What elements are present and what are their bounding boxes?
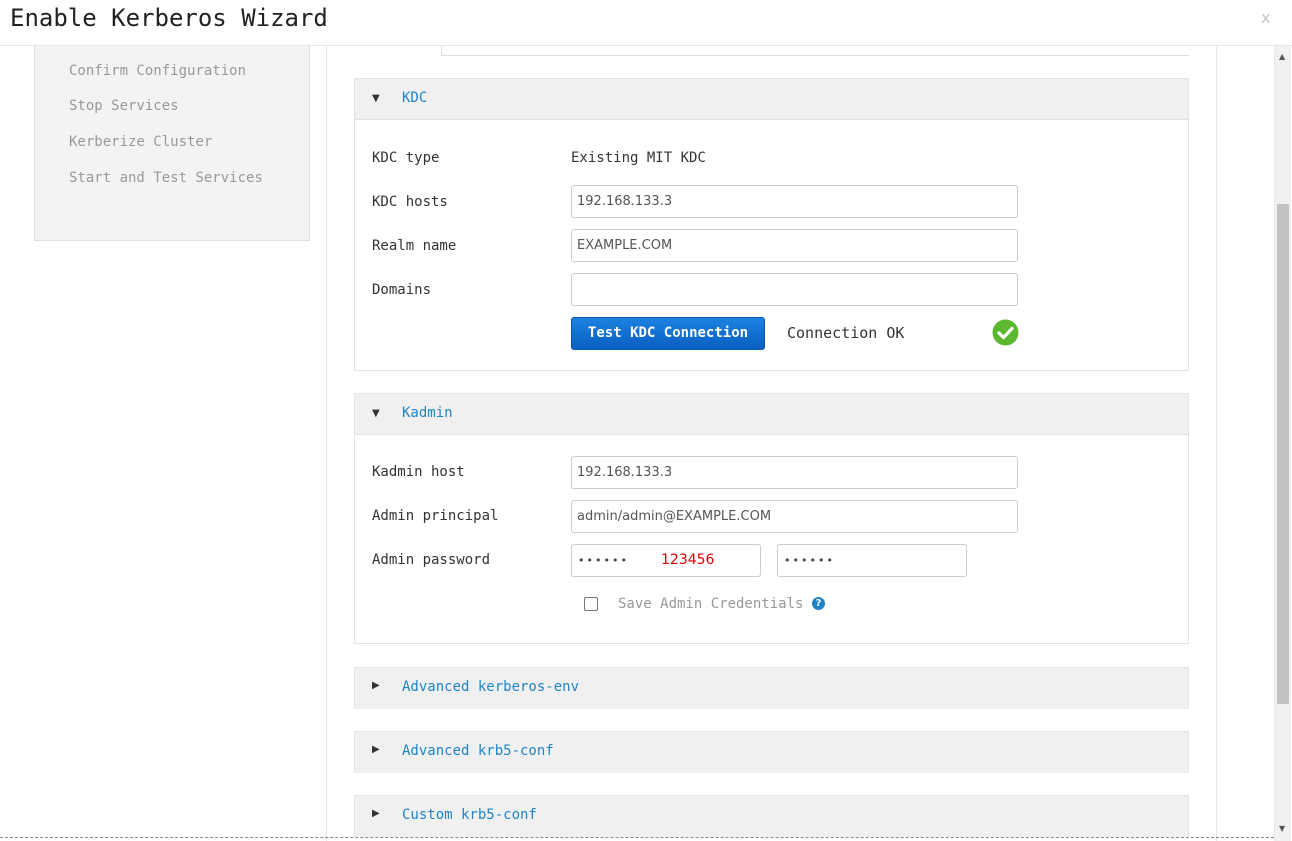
step-start-and-test-services[interactable]: Start and Test Services [69, 170, 263, 186]
save-admin-credentials-checkbox[interactable] [584, 597, 598, 611]
vertical-scrollbar[interactable]: ▲ ▼ [1274, 46, 1291, 841]
advanced-krb5-conf-panel[interactable]: ▶ Advanced krb5-conf [354, 731, 1189, 773]
content-divider [326, 46, 327, 841]
check-circle-icon [992, 319, 1019, 346]
kdc-type-label: KDC type [372, 150, 440, 166]
kadmin-panel-title[interactable]: Kadmin [402, 405, 453, 421]
advanced-kerberos-env-heading[interactable]: ▶ Advanced kerberos-env [355, 668, 1188, 709]
kdc-panel-title[interactable]: KDC [402, 90, 427, 106]
advanced-kerberos-env-title[interactable]: Advanced kerberos-env [402, 679, 579, 695]
kadmin-panel-heading[interactable]: ▼ Kadmin [355, 394, 1188, 435]
caret-right-icon: ▶ [372, 744, 380, 755]
realm-name-input[interactable]: EXAMPLE.COM [571, 229, 1018, 262]
advanced-krb5-conf-title[interactable]: Advanced krb5-conf [402, 743, 554, 759]
caret-down-icon: ▼ [372, 93, 380, 104]
admin-principal-label: Admin principal [372, 508, 499, 524]
tab-strip [354, 46, 1189, 56]
advanced-krb5-conf-heading[interactable]: ▶ Advanced krb5-conf [355, 732, 1188, 773]
kdc-hosts-label: KDC hosts [372, 194, 448, 210]
wizard-steps-sidebar: Confirm Configuration Stop Services Kerb… [34, 46, 310, 241]
scroll-down-arrow-icon[interactable]: ▼ [1279, 824, 1285, 833]
domains-label: Domains [372, 282, 432, 298]
modal-header: Enable Kerberos Wizard x [0, 0, 1292, 46]
password-annotation: 123456 [661, 552, 715, 568]
kdc-panel: ▼ KDC KDC type Existing MIT KDC KDC host… [354, 78, 1189, 371]
advanced-kerberos-env-panel[interactable]: ▶ Advanced kerberos-env [354, 667, 1189, 709]
scrollbar-thumb[interactable] [1277, 204, 1289, 704]
question-circle-icon[interactable]: ? [812, 597, 825, 610]
kadmin-host-label: Kadmin host [372, 464, 465, 480]
realm-name-label: Realm name [372, 238, 457, 254]
step-kerberize-cluster[interactable]: Kerberize Cluster [69, 134, 212, 150]
admin-principal-input[interactable]: admin/admin@EXAMPLE.COM [571, 500, 1018, 533]
test-kdc-connection-button[interactable]: Test KDC Connection [571, 317, 765, 350]
kdc-hosts-input[interactable]: 192.168.133.3 [571, 185, 1018, 218]
save-admin-credentials-label[interactable]: Save Admin Credentials [618, 596, 803, 612]
scroll-up-arrow-icon[interactable]: ▲ [1279, 52, 1285, 61]
admin-password-label: Admin password [372, 552, 491, 568]
step-confirm-configuration[interactable]: Confirm Configuration [69, 63, 246, 79]
caret-right-icon: ▶ [372, 680, 380, 691]
content-divider-right [1216, 46, 1217, 841]
custom-krb5-conf-panel[interactable]: ▶ Custom krb5-conf [354, 795, 1189, 837]
domains-input[interactable] [571, 273, 1018, 306]
caret-down-icon: ▼ [372, 408, 380, 419]
kdc-panel-heading[interactable]: ▼ KDC [355, 79, 1188, 120]
close-button[interactable]: x [1261, 8, 1270, 27]
kadmin-host-input[interactable]: 192.168.133.3 [571, 456, 1018, 489]
kdc-type-value: Existing MIT KDC [571, 150, 706, 166]
custom-krb5-conf-title[interactable]: Custom krb5-conf [402, 807, 537, 823]
admin-password-confirm-input[interactable]: •••••• [777, 544, 967, 577]
modal-title: Enable Kerberos Wizard [10, 4, 328, 32]
custom-krb5-conf-heading[interactable]: ▶ Custom krb5-conf [355, 796, 1188, 837]
connection-status: Connection OK [787, 324, 905, 342]
kadmin-panel: ▼ Kadmin Kadmin host 192.168.133.3 Admin… [354, 393, 1189, 644]
modal-bottom-edge [0, 837, 1274, 841]
caret-right-icon: ▶ [372, 808, 380, 819]
step-stop-services[interactable]: Stop Services [69, 98, 179, 114]
